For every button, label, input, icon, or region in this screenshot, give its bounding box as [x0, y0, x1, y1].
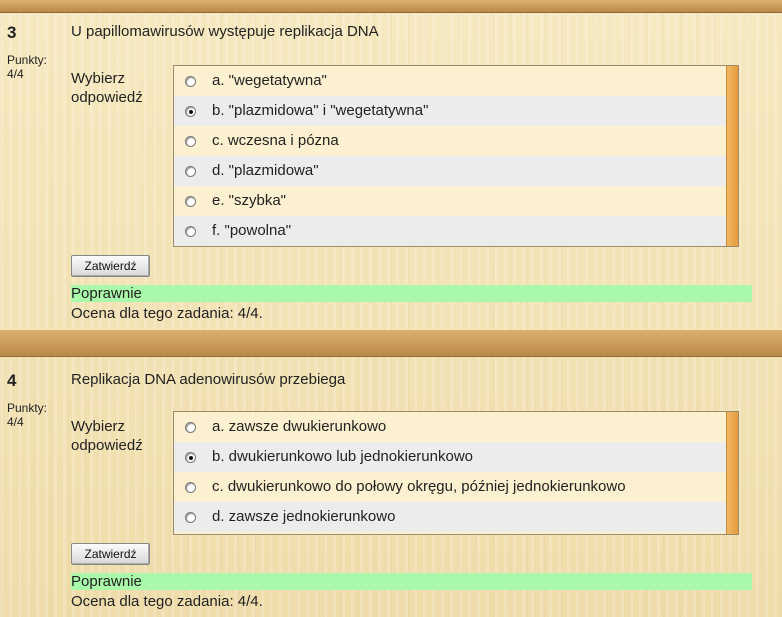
- scrollbar[interactable]: [726, 66, 738, 246]
- question-divider: [0, 330, 782, 357]
- radio-button[interactable]: [185, 76, 196, 87]
- points-value: 4/4: [7, 415, 24, 429]
- radio-button[interactable]: [185, 166, 196, 177]
- option-f[interactable]: f. "powolna": [174, 216, 726, 246]
- answer-prompt-line2: odpowiedź: [71, 437, 143, 454]
- option-d[interactable]: d. "plazmidowa": [174, 156, 726, 186]
- submit-button[interactable]: Zatwierdź: [71, 255, 150, 277]
- option-b[interactable]: b. "plazmidowa" i "wegetatywna": [174, 96, 726, 126]
- radio-button-checked[interactable]: [185, 106, 196, 117]
- points-label: Punkty:: [7, 401, 48, 415]
- answer-prompt: Wybierz odpowiedź: [71, 417, 143, 455]
- option-c[interactable]: c. dwukierunkowo do połowy okręgu, późni…: [174, 472, 726, 502]
- grade-text: Ocena dla tego zadania: 4/4.: [71, 305, 263, 322]
- grade-text: Ocena dla tego zadania: 4/4.: [71, 593, 263, 610]
- option-c[interactable]: c. wczesna i pózna: [174, 126, 726, 156]
- question-divider-top: [0, 0, 782, 13]
- option-a[interactable]: a. zawsze dwukierunkowo: [174, 412, 726, 442]
- points-value: 4/4: [7, 67, 24, 81]
- option-label: a. "wegetatywna": [212, 72, 327, 89]
- option-b[interactable]: b. dwukierunkowo lub jednokierunkowo: [174, 442, 726, 472]
- option-label: c. wczesna i pózna: [212, 132, 339, 149]
- points-label: Punkty:: [7, 53, 48, 67]
- option-label: b. dwukierunkowo lub jednokierunkowo: [212, 448, 473, 465]
- submit-button[interactable]: Zatwierdź: [71, 543, 150, 565]
- option-d[interactable]: d. zawsze jednokierunkowo: [174, 502, 726, 532]
- feedback-correct: Poprawnie: [71, 573, 752, 590]
- radio-button[interactable]: [185, 422, 196, 433]
- radio-button[interactable]: [185, 136, 196, 147]
- answer-prompt-line1: Wybierz: [71, 70, 126, 87]
- radio-button[interactable]: [185, 482, 196, 493]
- option-e[interactable]: e. "szybka": [174, 186, 726, 216]
- radio-button[interactable]: [185, 226, 196, 237]
- option-label: e. "szybka": [212, 192, 287, 209]
- radio-button[interactable]: [185, 512, 196, 523]
- option-label: d. "plazmidowa": [212, 162, 319, 179]
- question-4: 4 Punkty: 4/4 Replikacja DNA adenowirusó…: [0, 371, 782, 617]
- answer-options: a. "wegetatywna" b. "plazmidowa" i "wege…: [173, 65, 739, 247]
- option-label: f. "powolna": [212, 222, 292, 239]
- answer-prompt-line1: Wybierz: [71, 418, 126, 435]
- scrollbar[interactable]: [726, 412, 738, 534]
- question-number: 4: [7, 371, 17, 390]
- question-text: U papillomawirusów występuje replikacja …: [71, 23, 379, 40]
- answer-prompt: Wybierz odpowiedź: [71, 69, 143, 107]
- option-label: a. zawsze dwukierunkowo: [212, 418, 387, 435]
- radio-button[interactable]: [185, 196, 196, 207]
- option-label: d. zawsze jednokierunkowo: [212, 508, 396, 525]
- question-number: 3: [7, 23, 17, 42]
- option-label: b. "plazmidowa" i "wegetatywna": [212, 102, 429, 119]
- option-a[interactable]: a. "wegetatywna": [174, 66, 726, 96]
- question-3: 3 Punkty: 4/4 U papillomawirusów występu…: [0, 23, 782, 323]
- option-label: c. dwukierunkowo do połowy okręgu, późni…: [212, 478, 626, 495]
- feedback-correct: Poprawnie: [71, 285, 752, 302]
- answer-prompt-line2: odpowiedź: [71, 89, 143, 106]
- radio-button-checked[interactable]: [185, 452, 196, 463]
- question-text: Replikacja DNA adenowirusów przebiega: [71, 371, 346, 388]
- answer-options: a. zawsze dwukierunkowo b. dwukierunkowo…: [173, 411, 739, 535]
